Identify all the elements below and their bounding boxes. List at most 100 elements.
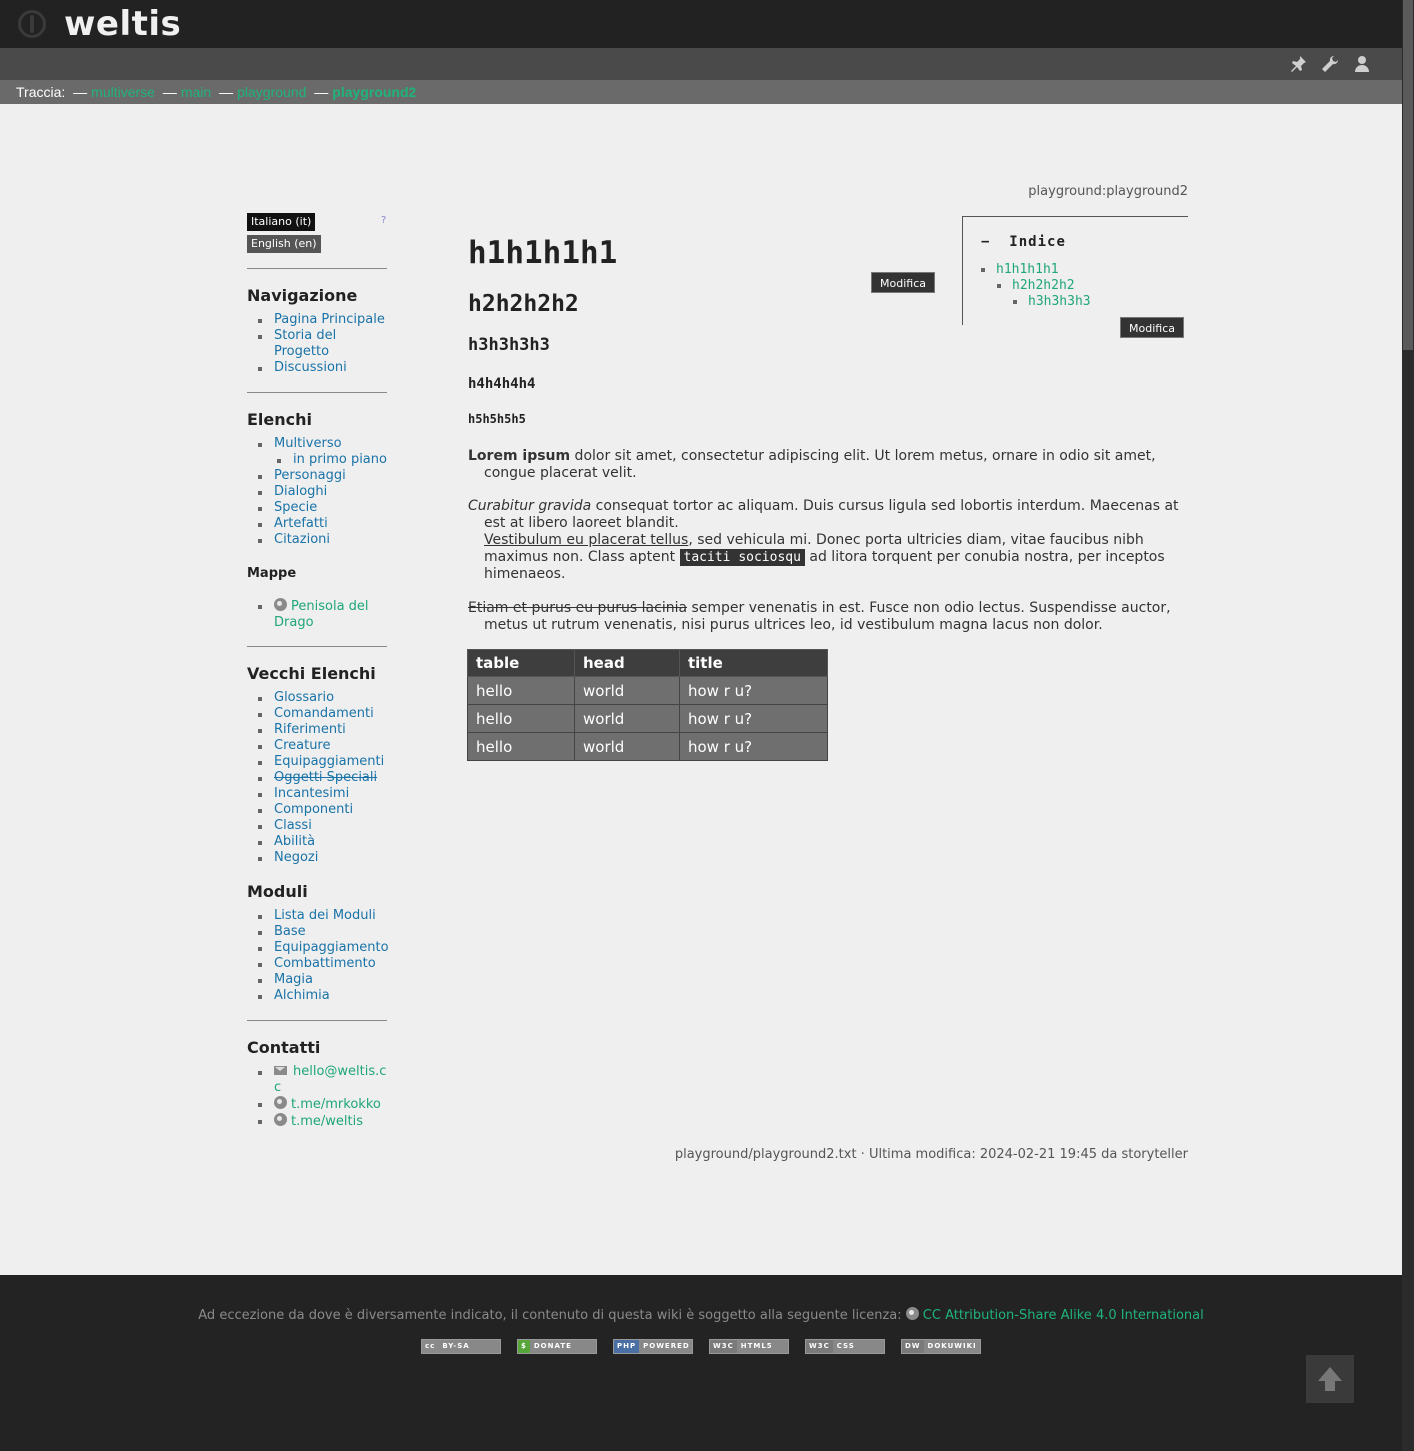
contact-telegram-mrkokko[interactable]: t.me/mrkokko	[247, 1096, 389, 1113]
table-cell: how r u?	[679, 732, 828, 761]
footer-badge[interactable]: PHP POWERED	[613, 1339, 693, 1354]
site-title[interactable]: weltis	[64, 4, 181, 44]
toc-item-h2[interactable]: h2h2h2h2	[963, 278, 1091, 294]
sidebar-item-penisola[interactable]: Penisola del Drago	[247, 598, 389, 631]
badge-prefix: W3C	[710, 1340, 737, 1353]
table-of-contents: − Indice h1h1h1h1 h2h2h2h2 h3h3h3h3	[962, 216, 1188, 325]
wrench-icon[interactable]	[1320, 54, 1340, 74]
sidebar-item-magia[interactable]: Magia	[247, 972, 389, 988]
breadcrumb-separator: —	[73, 84, 88, 100]
table-cell: hello	[467, 676, 575, 705]
sidebar-item-alchimia[interactable]: Alchimia	[247, 988, 389, 1004]
sidebar-item-multiverso[interactable]: Multiverso	[247, 436, 389, 452]
language-help-link[interactable]: ?	[381, 215, 386, 226]
sidebar-item-componenti[interactable]: Componenti	[247, 802, 389, 818]
sidebar-item-base[interactable]: Base	[247, 924, 389, 940]
contact-email[interactable]: hello@weltis.cc	[247, 1064, 389, 1096]
contact-telegram-weltis[interactable]: t.me/weltis	[247, 1113, 389, 1130]
sidebar-item-citazioni[interactable]: Citazioni	[247, 532, 389, 548]
toc-list: h1h1h1h1 h2h2h2h2 h3h3h3h3	[963, 262, 1091, 310]
table-header: head	[574, 649, 680, 677]
contatti-list: hello@weltis.cc t.me/mrkokko t.me/weltis	[247, 1064, 389, 1130]
sidebar-item-riferimenti[interactable]: Riferimenti	[247, 722, 389, 738]
sidebar-item-specie[interactable]: Specie	[247, 500, 389, 516]
edit-section-button[interactable]: Modifica	[1120, 317, 1184, 338]
italic-text: Curabitur gravida	[468, 498, 592, 514]
contact-label: t.me/mrkokko	[291, 1097, 381, 1112]
moduli-list: Lista dei Moduli Base Equipaggiamento Co…	[247, 908, 389, 1004]
sidebar-item-storia[interactable]: Storia del Progetto	[247, 328, 389, 360]
underlined-text: Vestibulum eu placerat tellus	[484, 532, 689, 548]
sidebar-item-label: Penisola del Drago	[274, 599, 369, 630]
sidebar-item-comandamenti[interactable]: Comandamenti	[247, 706, 389, 722]
breadcrumb-separator: —	[219, 84, 234, 100]
text: dolor sit amet, consectetur adipiscing e…	[484, 448, 1156, 481]
sidebar-item-oggetti-speciali[interactable]: Oggetti Speciali	[247, 770, 389, 786]
document-info: playground/playground2.txt · Ultima modi…	[674, 1147, 1188, 1162]
breadcrumb-item-playground2[interactable]: playground2	[332, 84, 416, 100]
breadcrumb-item-main[interactable]: main	[181, 84, 211, 100]
edit-section-button[interactable]: Modifica	[871, 272, 935, 293]
contact-label: hello@weltis.cc	[274, 1064, 387, 1095]
heading-h3: h3h3h3h3	[468, 335, 550, 355]
sidebar-item-in-primo-piano[interactable]: in primo piano	[247, 452, 389, 468]
toc-item-h1[interactable]: h1h1h1h1	[963, 262, 1091, 278]
footer-badge[interactable]: $ DONATE	[517, 1339, 597, 1354]
footer-badge[interactable]: cc BY-SA	[421, 1339, 501, 1354]
sidebar-item-pagina-principale[interactable]: Pagina Principale	[247, 312, 389, 328]
sidebar-item-creature[interactable]: Creature	[247, 738, 389, 754]
sidebar-item-classi[interactable]: Classi	[247, 818, 389, 834]
logo-icon[interactable]	[18, 10, 46, 38]
badge-label: BY-SA	[442, 1342, 470, 1350]
sidebar-item-negozi[interactable]: Negozi	[247, 850, 389, 866]
sidebar-item-lista-moduli[interactable]: Lista dei Moduli	[247, 908, 389, 924]
language-italian[interactable]: Italiano (it)	[247, 213, 316, 231]
breadcrumb-separator: —	[314, 84, 329, 100]
table-header: table	[467, 649, 575, 677]
footer-badge[interactable]: W3C HTML5	[709, 1339, 789, 1354]
breadcrumb-item-playground[interactable]: playground	[237, 84, 306, 100]
toc-toggle-icon[interactable]: −	[981, 234, 990, 250]
pin-icon[interactable]	[1288, 54, 1308, 74]
sidebar-item-equipaggiamenti[interactable]: Equipaggiamenti	[247, 754, 389, 770]
toc-item-h3[interactable]: h3h3h3h3	[963, 294, 1091, 310]
nav-heading: Navigazione	[247, 286, 358, 305]
back-to-top-button[interactable]	[1306, 1355, 1354, 1403]
sidebar-item-personaggi[interactable]: Personaggi	[247, 468, 389, 484]
toc-header[interactable]: − Indice	[981, 234, 1066, 250]
vecchi-heading: Vecchi Elenchi	[247, 664, 376, 683]
sidebar-item-combattimento[interactable]: Combattimento	[247, 956, 389, 972]
table-cell: hello	[467, 704, 575, 733]
sidebar-item-discussioni[interactable]: Discussioni	[247, 360, 389, 376]
breadcrumb-item-multiverse[interactable]: multiverse	[91, 84, 155, 100]
heading-h4: h4h4h4h4	[468, 376, 536, 392]
globe-icon	[274, 598, 287, 611]
divider	[247, 392, 387, 393]
paragraph-1: Lorem ipsum dolor sit amet, consectetur …	[468, 448, 1188, 482]
toolbar	[0, 48, 1402, 80]
badge-label: CSS	[836, 1342, 855, 1350]
heading-h1: h1h1h1h1	[468, 235, 618, 271]
footer-badge[interactable]: W3C CSS	[805, 1339, 885, 1354]
vecchi-list: Glossario Comandamenti Riferimenti Creat…	[247, 690, 389, 866]
badge-prefix: W3C	[806, 1340, 833, 1353]
user-icon[interactable]	[1352, 54, 1372, 74]
sidebar-item-glossario[interactable]: Glossario	[247, 690, 389, 706]
sidebar-item-artefatti[interactable]: Artefatti	[247, 516, 389, 532]
scrollbar-thumb[interactable]	[1403, 0, 1413, 350]
badge-label: POWERED	[643, 1342, 690, 1350]
sidebar-item-equipaggiamento[interactable]: Equipaggiamento	[247, 940, 389, 956]
sidebar-item-incantesimi[interactable]: Incantesimi	[247, 786, 389, 802]
sidebar-item-dialoghi[interactable]: Dialoghi	[247, 484, 389, 500]
toc-title: Indice	[1009, 234, 1066, 250]
footer-badge[interactable]: DW DOKUWIKI	[901, 1339, 981, 1354]
sidebar-item-abilita[interactable]: Abilità	[247, 834, 389, 850]
globe-icon	[905, 1307, 919, 1320]
table-cell: world	[574, 676, 680, 705]
badge-label: DOKUWIKI	[927, 1342, 977, 1350]
language-english[interactable]: English (en)	[247, 235, 321, 253]
license-link[interactable]: CC Attribution-Share Alike 4.0 Internati…	[923, 1308, 1204, 1323]
globe-icon	[274, 1096, 287, 1109]
badge-label: DONATE	[533, 1342, 572, 1350]
paragraph-2: Curabitur gravida consequat tortor ac al…	[468, 498, 1188, 583]
